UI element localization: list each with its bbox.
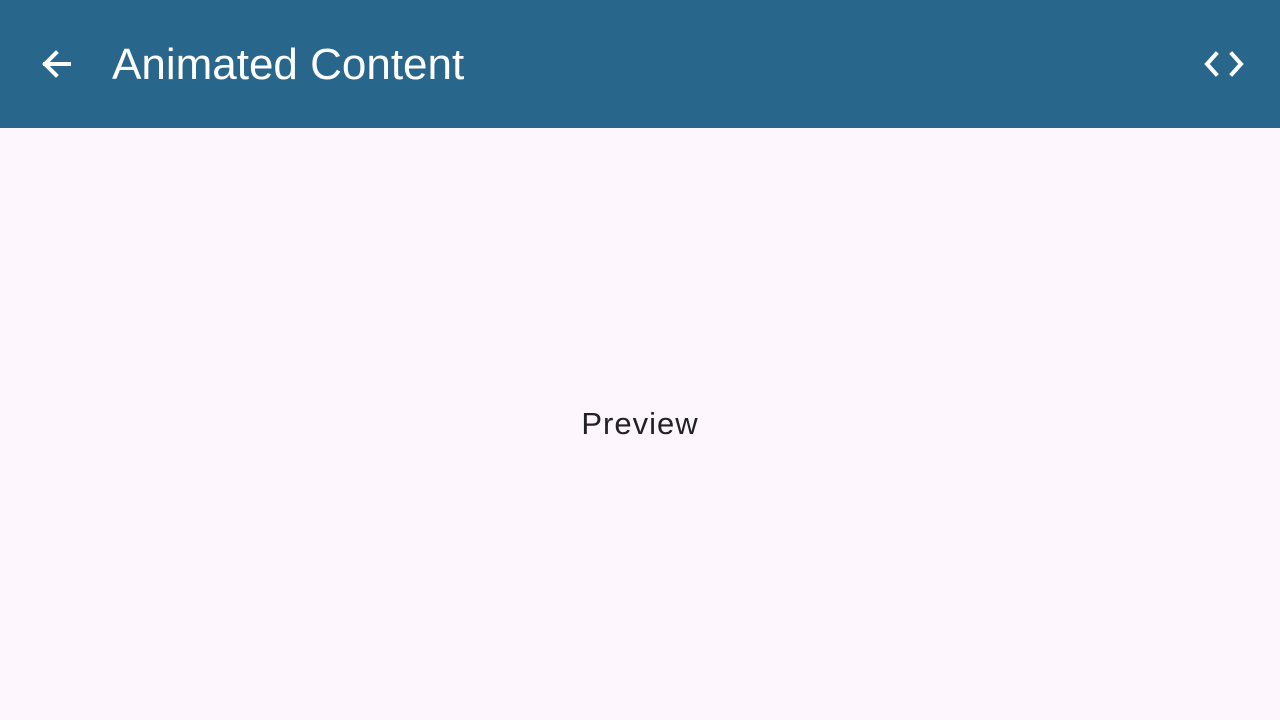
preview-area: Preview [0,128,1280,720]
code-icon [1204,51,1244,77]
arrow-back-icon [42,50,71,78]
page-title: Animated Content [112,40,465,89]
preview-label: Preview [581,406,699,441]
app-bar: Animated Content [0,0,1280,128]
view-code-button[interactable] [1192,32,1256,96]
back-button[interactable] [24,32,88,96]
